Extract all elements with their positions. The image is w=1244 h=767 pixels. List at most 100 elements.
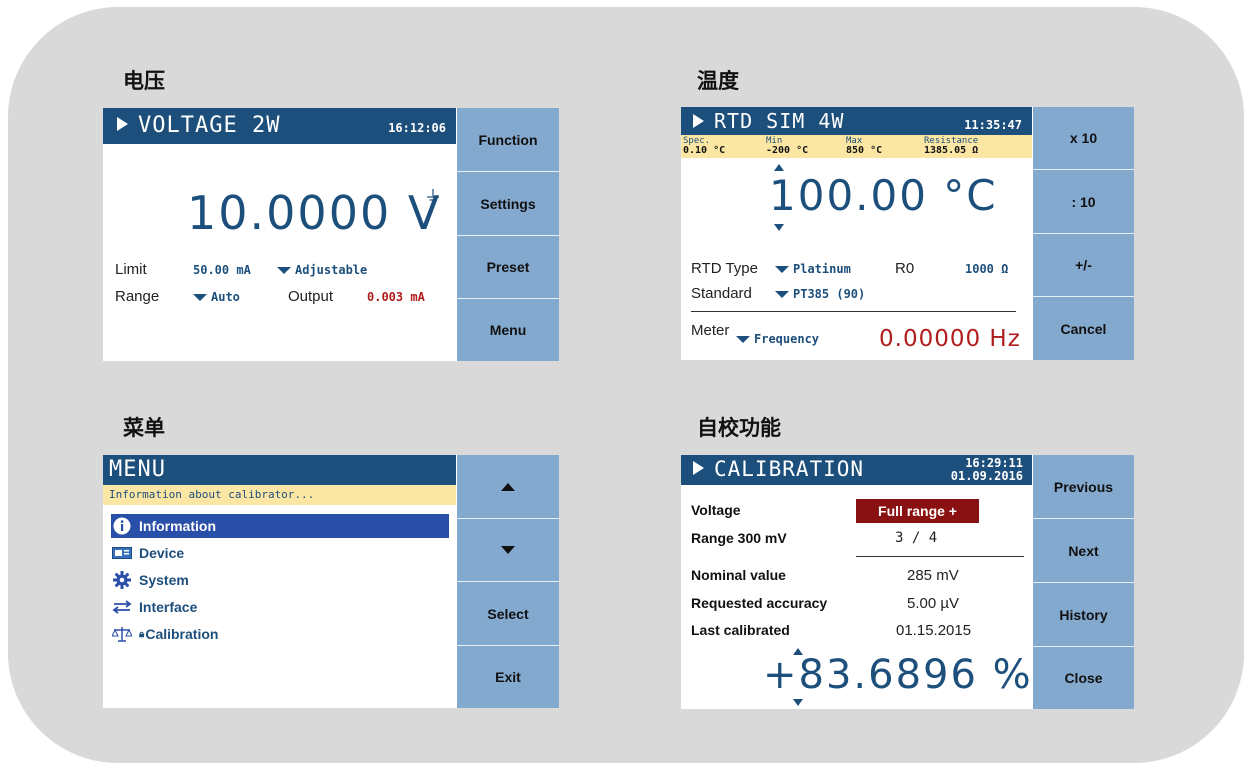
temperature-section-title: 温度	[697, 69, 739, 93]
menu-item-label: System	[139, 572, 189, 588]
limit-label: Limit	[115, 261, 147, 278]
meter-dropdown[interactable]: Frequency	[736, 332, 819, 346]
calibration-softkeys: Previous Next History Close	[1033, 455, 1134, 709]
play-icon	[693, 461, 704, 475]
rtd-type-value: Platinum	[793, 262, 851, 276]
multiply-10-button[interactable]: x 10	[1033, 107, 1134, 169]
cal-voltage-value[interactable]: Full range +	[856, 499, 979, 523]
calibration-header: CALIBRATION 16:29:11 01.09.2016	[681, 455, 1032, 485]
menu-button[interactable]: Menu	[457, 299, 559, 361]
exit-button[interactable]: Exit	[457, 646, 559, 708]
standard-dropdown[interactable]: PT385 (90)	[775, 287, 865, 301]
down-button[interactable]	[457, 519, 559, 581]
output-label: Output	[288, 288, 334, 305]
previous-button[interactable]: Previous	[1033, 455, 1134, 518]
limit-mode-value: Adjustable	[295, 263, 368, 277]
min-cell: Min -200 °C	[766, 136, 808, 156]
menu-item-interface[interactable]: Interface	[111, 595, 449, 619]
preset-button[interactable]: Preset	[457, 236, 559, 298]
range-dropdown[interactable]: Auto	[193, 290, 240, 304]
dropdown-arrow-icon	[736, 336, 750, 343]
cal-range-label: Range 300 mV	[691, 530, 787, 546]
temperature-screen: RTD SIM 4W 11:35:47 Spec. 0.10 °C Min -200…	[681, 107, 1134, 360]
calibration-header-title: CALIBRATION	[714, 457, 865, 481]
gear-icon	[111, 571, 133, 589]
menu-item-label: Calibration	[145, 626, 219, 642]
temperature-reading: 100.00 °C	[769, 171, 998, 220]
menu-info-bar: Information about calibrator...	[103, 485, 456, 505]
voltage-header: VOLTAGE 2W 16:12:06	[103, 108, 456, 144]
limit-mode-dropdown[interactable]: Adjustable	[277, 263, 367, 277]
menu-item-calibration[interactable]: 🔒︎ Calibration	[111, 622, 449, 646]
close-button[interactable]: Close	[1033, 647, 1134, 709]
menu-item-system[interactable]: System	[111, 568, 449, 592]
select-button[interactable]: Select	[457, 582, 559, 645]
voltage-section-title: 电压	[123, 69, 165, 93]
info-icon	[111, 517, 133, 535]
range-label: Range	[115, 288, 160, 305]
decrement-arrow-icon[interactable]	[774, 224, 784, 231]
temperature-header: RTD SIM 4W 11:35:47	[681, 107, 1032, 135]
lock-icon: 🔒︎	[139, 628, 145, 640]
accuracy-value: 5.00 µV	[907, 595, 960, 612]
spec-value: 0.10 °C	[683, 145, 726, 156]
function-button[interactable]: Function	[457, 108, 559, 171]
sign-toggle-button[interactable]: +/-	[1033, 234, 1134, 296]
max-cell: Max 850 °C	[846, 136, 882, 156]
calibration-datetime: 16:29:11 01.09.2016	[951, 457, 1023, 483]
menu-header: MENU	[103, 455, 456, 485]
nominal-label: Nominal value	[691, 567, 786, 583]
menu-header-title: MENU	[109, 457, 166, 482]
dropdown-arrow-icon	[277, 267, 291, 274]
play-icon	[117, 117, 128, 131]
last-calibrated-label: Last calibrated	[691, 622, 790, 638]
voltage-header-title: VOLTAGE 2W	[138, 113, 281, 138]
r0-value[interactable]: 1000 Ω	[965, 262, 1008, 276]
divider	[691, 311, 1016, 312]
meter-label: Meter	[691, 322, 730, 339]
spec-cell: Spec. 0.10 °C	[683, 136, 725, 156]
down-arrow-icon	[501, 546, 515, 554]
menu-item-label: Interface	[139, 599, 198, 615]
menu-item-label: Information	[139, 518, 216, 534]
meter-value: Frequency	[754, 332, 820, 346]
voltage-softkeys: Function Settings Preset Menu	[457, 108, 559, 361]
limit-value[interactable]: 50.00 mA	[193, 263, 251, 277]
cal-voltage-label: Voltage	[691, 502, 741, 518]
play-icon	[693, 113, 704, 128]
calibration-section-title: 自校功能	[697, 416, 781, 440]
increment-arrow-icon[interactable]	[774, 164, 784, 171]
dropdown-arrow-icon	[775, 266, 789, 273]
temperature-header-title: RTD SIM 4W	[714, 109, 845, 133]
next-button[interactable]: Next	[1033, 519, 1134, 582]
nominal-value: 285 mV	[907, 567, 959, 584]
spec-bar: Spec. 0.10 °C Min -200 °C Max 850 °C Resist…	[681, 135, 1032, 158]
output-value: 0.003 mA	[367, 290, 425, 304]
menu-softkeys: Select Exit	[457, 455, 559, 708]
menu-item-label: Device	[139, 545, 185, 561]
history-button[interactable]: History	[1033, 583, 1134, 646]
accuracy-label: Requested accuracy	[691, 595, 828, 611]
calibration-reading: +83.6896 %	[763, 652, 1033, 698]
meter-reading: 0.00000 Hz	[879, 326, 1021, 352]
menu-item-device[interactable]: Device	[111, 541, 449, 565]
divide-10-button[interactable]: : 10	[1033, 170, 1134, 233]
menu-item-information[interactable]: Information	[111, 514, 449, 538]
r0-label: R0	[895, 260, 915, 277]
cal-range-value: 3 / 4	[895, 530, 938, 546]
temperature-time: 11:35:47	[964, 118, 1022, 132]
menu-section-title: 菜单	[123, 416, 165, 440]
device-icon	[111, 547, 133, 559]
voltage-reading: 10.0000 V	[187, 186, 442, 240]
up-button[interactable]	[457, 455, 559, 518]
menu-screen: MENU Information about calibrator... Inf…	[103, 455, 559, 708]
ground-icon	[427, 189, 439, 204]
dropdown-arrow-icon	[193, 294, 207, 301]
resistance-cell: Resistance 1385.05 Ω	[924, 136, 978, 156]
last-calibrated-value: 01.15.2015	[896, 622, 972, 639]
standard-label: Standard	[691, 285, 752, 302]
rtd-type-dropdown[interactable]: Platinum	[775, 262, 851, 276]
decrement-arrow-icon[interactable]	[793, 699, 803, 706]
cancel-button[interactable]: Cancel	[1033, 297, 1134, 360]
settings-button[interactable]: Settings	[457, 172, 559, 235]
